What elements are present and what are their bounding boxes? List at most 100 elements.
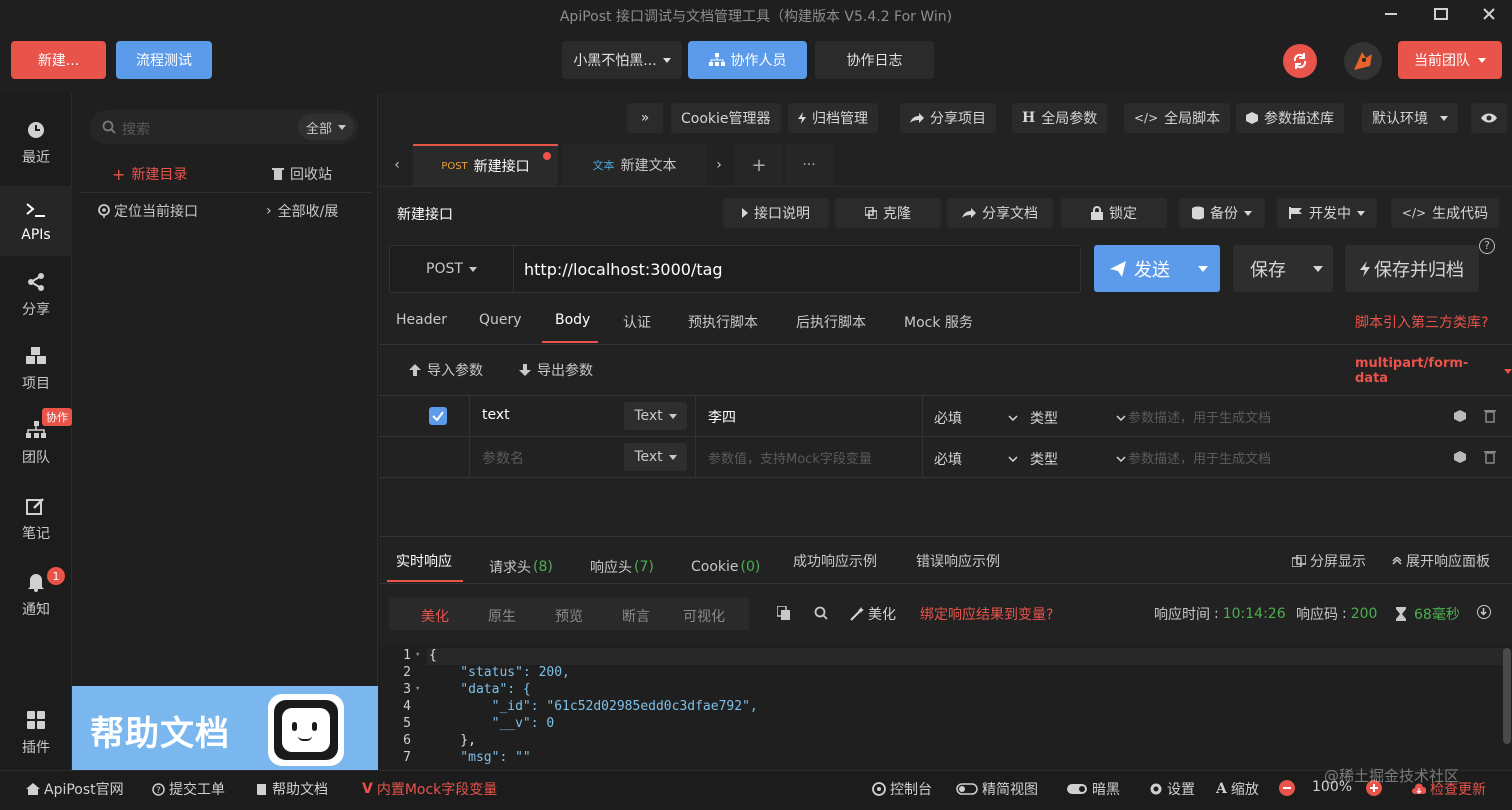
beautify-button[interactable]: 美化 xyxy=(850,604,896,624)
nav-recent[interactable]: 最近 xyxy=(0,108,72,178)
clone-button[interactable]: 克隆 xyxy=(835,198,941,228)
request-tab-header[interactable]: Header xyxy=(396,312,447,346)
response-tab-response-headers[interactable]: 响应头 (7) xyxy=(590,551,654,583)
api-doc-button[interactable]: 接口说明 xyxy=(723,198,829,228)
response-tab-error-example[interactable]: 错误响应示例 xyxy=(916,551,1000,583)
code-scrollbar[interactable] xyxy=(1503,648,1511,744)
global-params-button[interactable]: H 全局参数 xyxy=(1012,103,1108,133)
share-project-button[interactable]: 分享项目 xyxy=(900,103,996,133)
collab-log-button[interactable]: 协作日志 xyxy=(815,41,934,79)
lock-button[interactable]: 锁定 xyxy=(1061,198,1167,228)
send-button[interactable]: 发送 xyxy=(1094,245,1220,292)
response-tab-cookie[interactable]: Cookie (0) xyxy=(691,551,760,583)
search-scope-select[interactable]: 全部 xyxy=(298,114,355,140)
simple-view-toggle[interactable]: 精简视图 xyxy=(956,779,1038,799)
format-visualize[interactable]: 可视化 xyxy=(683,606,725,626)
param-library-button[interactable]: 参数描述库 xyxy=(1236,103,1344,133)
request-tab-query[interactable]: Query xyxy=(479,312,522,346)
param-desc-input[interactable]: 参数描述，用于生成文档 xyxy=(1128,407,1271,426)
response-tab-live[interactable]: 实时响应 xyxy=(396,551,452,583)
team-button[interactable]: 当前团队 xyxy=(1398,41,1502,79)
format-raw[interactable]: 原生 xyxy=(488,606,516,626)
tab-new-text[interactable]: 文本 新建文本 xyxy=(562,144,707,186)
environment-select[interactable]: 默认环境 xyxy=(1362,103,1458,133)
third-party-lib-link[interactable]: 脚本引入第三方类库? xyxy=(1355,312,1488,346)
close-window-button[interactable] xyxy=(1476,4,1502,24)
bind-variable-link[interactable]: 绑定响应结果到变量? xyxy=(920,604,1053,624)
param-value-input[interactable]: 参数值，支持Mock字段变量 xyxy=(708,448,872,467)
avatar[interactable] xyxy=(1344,42,1382,80)
param-enabled-checkbox[interactable] xyxy=(429,407,447,425)
nav-notes[interactable]: 笔记 xyxy=(0,484,72,554)
param-required-select[interactable]: 必填 xyxy=(934,449,1018,469)
apipost-site-link[interactable]: ApiPost官网 xyxy=(26,779,124,799)
nav-apis[interactable]: APIs xyxy=(0,186,72,256)
collaborators-button[interactable]: 协作人员 xyxy=(688,41,807,79)
request-tab-mock[interactable]: Mock 服务 xyxy=(904,312,973,346)
dark-mode-toggle[interactable]: 暗黑 xyxy=(1066,779,1120,799)
share-doc-button[interactable]: 分享文档 xyxy=(947,198,1053,228)
locate-current-button[interactable]: 定位当前接口 xyxy=(98,201,198,221)
request-tab-post-script[interactable]: 后执行脚本 xyxy=(796,312,866,346)
sync-button[interactable] xyxy=(1283,44,1317,78)
method-select[interactable]: POST xyxy=(390,246,514,292)
param-value-input[interactable]: 李四 xyxy=(708,407,736,427)
param-key-input[interactable]: 参数名 xyxy=(482,448,524,468)
new-directory-button[interactable]: + 新建目录 xyxy=(112,164,187,184)
download-icon[interactable] xyxy=(1477,605,1491,619)
send-options-dropdown[interactable] xyxy=(1186,245,1220,292)
help-docs-link[interactable]: 帮助文档 xyxy=(256,779,328,799)
param-key-input[interactable]: text xyxy=(482,407,510,423)
global-script-button[interactable]: </> 全局脚本 xyxy=(1124,103,1231,133)
format-preview[interactable]: 预览 xyxy=(555,606,583,626)
recycle-bin-button[interactable]: 回收站 xyxy=(272,164,332,184)
status-select[interactable]: 开发中 xyxy=(1277,198,1377,228)
mock-vars-link[interactable]: V 内置Mock字段变量 xyxy=(362,779,497,799)
new-button[interactable]: 新建... xyxy=(11,41,106,79)
nav-notifications[interactable]: 通知 1 xyxy=(0,560,72,630)
export-params-button[interactable]: 导出参数 xyxy=(519,360,593,380)
preview-toggle-button[interactable] xyxy=(1471,103,1507,133)
collapse-all-button[interactable]: › 全部收/展 xyxy=(266,201,338,221)
tab-new-api[interactable]: POST 新建接口 xyxy=(413,144,558,186)
save-archive-button[interactable]: 保存并归档 xyxy=(1345,245,1479,292)
flow-test-button[interactable]: 流程测试 xyxy=(116,41,212,79)
more-tabs-button[interactable]: ··· xyxy=(785,144,833,186)
response-tab-request-headers[interactable]: 请求头 (8) xyxy=(489,551,553,583)
param-kind-select[interactable]: 类型 xyxy=(1030,408,1126,428)
help-docs-banner[interactable]: 帮助文档 xyxy=(72,686,378,770)
zoom-out-button[interactable] xyxy=(1279,780,1295,796)
add-tab-button[interactable]: + xyxy=(735,144,783,186)
backup-button[interactable]: 备份 xyxy=(1179,198,1265,228)
nav-projects[interactable]: 项目 xyxy=(0,334,72,404)
tab-scroll-left[interactable]: ‹ xyxy=(387,144,407,186)
response-code-view[interactable]: 1 ▾{ 2 "status": 200, 3 ▾ "data": { 4 "_id… xyxy=(379,646,1512,770)
split-view-button[interactable]: 分屏显示 xyxy=(1292,551,1366,571)
cookie-manager-button[interactable]: Cookie管理器 xyxy=(671,103,781,133)
format-assert[interactable]: 断言 xyxy=(622,606,650,626)
param-kind-select[interactable]: 类型 xyxy=(1030,449,1126,469)
submit-ticket-link[interactable]: ? 提交工单 xyxy=(152,779,225,799)
save-button[interactable]: 保存 xyxy=(1233,245,1333,292)
import-params-button[interactable]: 导入参数 xyxy=(409,360,483,380)
format-beautify[interactable]: 美化 xyxy=(421,606,449,626)
request-tab-auth[interactable]: 认证 xyxy=(623,312,651,346)
nav-team[interactable]: 团队 协作 xyxy=(0,408,72,478)
nav-share[interactable]: 分享 xyxy=(0,260,72,330)
response-tab-success-example[interactable]: 成功响应示例 xyxy=(793,551,877,583)
maximize-button[interactable] xyxy=(1428,4,1454,24)
param-required-select[interactable]: 必填 xyxy=(934,408,1018,428)
generate-code-button[interactable]: </> 生成代码 xyxy=(1391,198,1499,228)
content-type-select[interactable]: multipart/form-data xyxy=(1355,356,1512,386)
save-options-dropdown[interactable] xyxy=(1303,245,1333,292)
param-type-select[interactable]: Text xyxy=(624,443,687,471)
console-button[interactable]: 控制台 xyxy=(872,779,932,799)
help-icon[interactable]: ? xyxy=(1479,238,1495,254)
nav-plugins[interactable]: 插件 xyxy=(0,698,72,768)
url-input[interactable]: http://localhost:3000/tag xyxy=(524,260,723,279)
search-input[interactable]: 搜索 xyxy=(122,119,150,139)
expand-response-button[interactable]: 展开响应面板 xyxy=(1392,551,1490,571)
archive-manager-button[interactable]: 归档管理 xyxy=(788,103,878,133)
settings-button[interactable]: 设置 xyxy=(1149,779,1195,799)
search-box[interactable]: 搜索 全部 xyxy=(90,110,358,144)
